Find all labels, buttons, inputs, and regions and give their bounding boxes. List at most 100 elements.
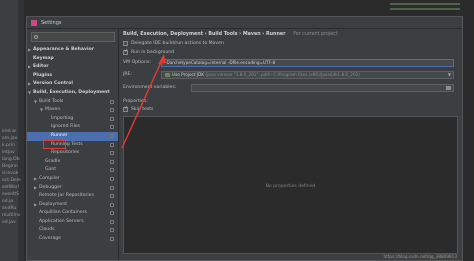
sidebar-item-maven[interactable]: ▼ Maven [27, 106, 118, 115]
properties-table[interactable]: No properties defined [123, 116, 458, 254]
chevron-down-icon[interactable]: ▼ [40, 106, 43, 115]
sidebar-item-importing[interactable]: Importing [27, 115, 118, 124]
chevron-right-icon[interactable]: ▶ [28, 46, 31, 55]
chevron-right-icon[interactable]: ▶ [28, 63, 31, 72]
sidebar-item-deployment[interactable]: ▶ Deployment [27, 201, 118, 210]
chevron-down-icon[interactable]: ▼ [34, 98, 37, 107]
sidebar-item-label: Deployment [39, 201, 68, 207]
sidebar-item-label: Compiler [39, 175, 60, 181]
sidebar-item-label: Maven [45, 107, 61, 113]
project-scope-icon [110, 237, 114, 242]
chevron-right-icon[interactable]: ▶ [34, 201, 37, 210]
settings-dialog: Settings ▶ Appearance & Behavior Keymap ▶ Ed… [26, 16, 463, 261]
project-scope-icon [110, 202, 114, 207]
properties-label: Properties: [123, 99, 148, 104]
dialog-titlebar[interactable]: Settings [27, 17, 462, 29]
project-scope-icon [110, 185, 114, 190]
settings-sidebar: ▶ Appearance & Behavior Keymap ▶ Editor Plugi… [27, 29, 119, 260]
editor-line: intJav [2, 150, 15, 155]
settings-tree: ▶ Appearance & Behavior Keymap ▶ Editor Plugi… [27, 46, 118, 244]
empty-state-text: No properties defined [265, 184, 316, 189]
sidebar-item-editor[interactable]: ▶ Editor [27, 63, 118, 72]
editor-line: evenItS [2, 192, 20, 197]
search-icon [34, 35, 38, 39]
vm-options-field[interactable]: -DarchetypeCatalog=internal -Dfile.encod… [161, 59, 454, 67]
skip-tests-row[interactable]: Skip tests [123, 105, 153, 112]
env-variables-field[interactable] [191, 84, 454, 92]
sidebar-item-coverage[interactable]: Coverage [27, 235, 118, 244]
project-scope-note: For current project [293, 32, 338, 37]
editor-line: od.ja [2, 199, 14, 204]
sidebar-item-label: Coverage [39, 236, 62, 242]
editor-line: lang.Ob [2, 157, 20, 162]
chevron-right-icon[interactable]: ▶ [34, 184, 37, 193]
sidebar-item-gradle[interactable]: Gradle [27, 158, 118, 167]
sidebar-item-remote-jar-repositories[interactable]: Remote Jar Repositories [27, 192, 118, 201]
settings-search-input[interactable] [31, 32, 115, 42]
editor-line: ed.jav [2, 220, 16, 225]
sidebar-item-compiler[interactable]: ▶ Compiler [27, 175, 118, 184]
sidebar-item-label: Arquillian Containers [39, 210, 87, 216]
editor-line: ect.Dele [2, 178, 21, 183]
vm-options-label: VM Options: [123, 60, 151, 65]
sidebar-item-label: Repositories [51, 150, 80, 156]
chevron-down-icon: ▼ [447, 72, 451, 77]
run-in-background-checkbox[interactable] [123, 48, 128, 55]
sidebar-item-clouds[interactable]: Clouds [27, 226, 118, 235]
sidebar-item-build-execution-deployment[interactable]: ▼ Build, Execution, Deployment [27, 89, 118, 98]
sidebar-item-label: Editor [33, 64, 49, 70]
sidebar-item-label: Gant [45, 167, 57, 173]
delegate-label: Delegate IDE build/run actions to Maven [131, 41, 224, 46]
sidebar-item-label: Build, Execution, Deployment [33, 89, 110, 95]
project-scope-icon [110, 151, 114, 156]
delegate-row[interactable]: Delegate IDE build/run actions to Maven [123, 41, 224, 46]
sidebar-item-plugins[interactable]: Plugins [27, 72, 118, 81]
sidebar-item-runner[interactable]: Runner [27, 131, 118, 141]
breadcrumb: Build, Execution, Deployment › Build Too… [123, 32, 338, 37]
project-scope-icon [110, 108, 114, 113]
sidebar-item-appearance-behavior[interactable]: ▶ Appearance & Behavior [27, 46, 118, 55]
delegate-checkbox[interactable] [123, 41, 128, 46]
jre-select[interactable]: Use Project JDK (java version "1.8.0_201… [161, 71, 454, 79]
jre-label: JRE: [123, 72, 132, 77]
editor-line: setWorl [2, 185, 19, 190]
sidebar-item-label: Application Servers [39, 218, 84, 224]
project-scope-icon [110, 194, 114, 199]
project-scope-icon [110, 142, 114, 147]
editor-line: Beginn [2, 164, 18, 169]
sidebar-item-keymap[interactable]: Keymap [27, 55, 118, 64]
sidebar-item-application-servers[interactable]: Application Servers [27, 218, 118, 227]
chevron-right-icon[interactable]: ▶ [28, 80, 31, 89]
sidebar-item-debugger[interactable]: ▶ Debugger [27, 184, 118, 193]
ide-editor-text: ired w om.jav k.prin intJav lang.Ob Beginn d.i… [2, 128, 21, 226]
settings-content: Build, Execution, Deployment › Build Too… [119, 29, 462, 260]
editor-line: ired w [2, 129, 16, 134]
sidebar-item-label: Clouds [39, 227, 55, 233]
skip-tests-checkbox[interactable] [123, 105, 128, 112]
project-scope-icon [110, 211, 114, 216]
breadcrumb-path: Build, Execution, Deployment › Build Too… [123, 32, 286, 37]
sidebar-item-running-tests[interactable]: Running Tests [27, 141, 118, 150]
project-scope-icon [110, 99, 114, 104]
intellij-icon [31, 19, 37, 26]
editor-line: k.prin [2, 143, 15, 148]
sidebar-item-label: Version Control [33, 81, 74, 87]
sidebar-item-label: Keymap [33, 55, 54, 61]
sidebar-item-arquillian-containers[interactable]: Arquillian Containers [27, 209, 118, 218]
sidebar-item-ignored-files[interactable]: Ignored Files [27, 123, 118, 132]
project-scope-icon [110, 125, 114, 130]
background-row[interactable]: Run in background [123, 48, 174, 55]
project-scope-icon [110, 116, 114, 121]
project-scope-icon [110, 219, 114, 224]
chevron-down-icon[interactable]: ▼ [28, 89, 31, 98]
sidebar-item-label: Appearance & Behavior [33, 47, 95, 52]
folder-icon[interactable] [446, 86, 451, 90]
chevron-right-icon[interactable]: ▶ [34, 175, 37, 184]
sidebar-item-version-control[interactable]: ▶ Version Control [27, 80, 118, 89]
sidebar-item-label: Remote Jar Repositories [39, 193, 94, 199]
sidebar-item-repositories[interactable]: Repositories [27, 149, 118, 158]
sidebar-item-gant[interactable]: Gant [27, 166, 118, 175]
project-scope-icon [110, 159, 114, 164]
jdk-icon [165, 73, 170, 77]
sidebar-item-build-tools[interactable]: ▼ Build Tools [27, 98, 118, 107]
